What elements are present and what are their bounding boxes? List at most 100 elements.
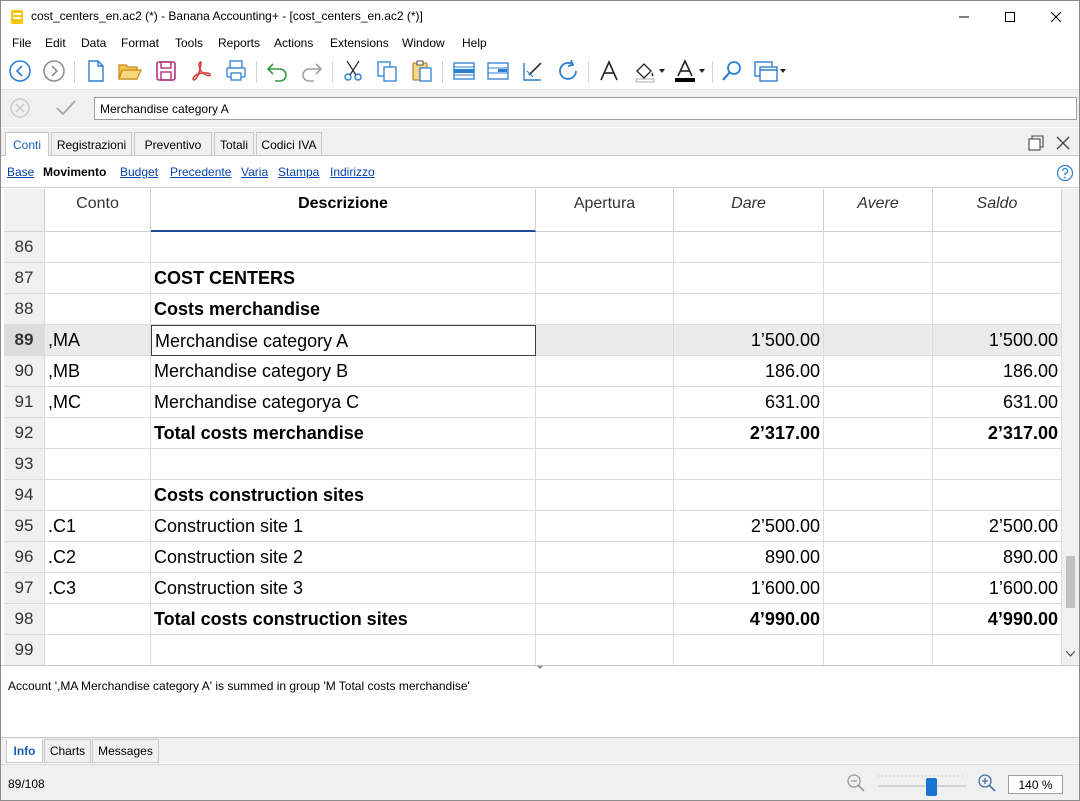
view-stampa[interactable]: Stampa [278,165,319,179]
cell-avere[interactable] [824,511,933,542]
undo-button[interactable] [263,57,291,85]
cell-conto[interactable] [45,232,151,263]
column-header-conto[interactable]: Conto [45,189,151,232]
cell-avere[interactable] [824,263,933,294]
cell-conto[interactable] [45,604,151,635]
cell-saldo[interactable] [933,635,1062,665]
pdf-button[interactable] [187,57,215,85]
cell-descrizione[interactable]: Construction site 1 [151,511,536,542]
zoom-out-button[interactable] [846,773,866,793]
view-precedente[interactable]: Precedente [170,165,231,179]
table-row[interactable]: 96 .C2 Construction site 2 890.00 890.00 [4,542,1062,573]
cell-avere[interactable] [824,604,933,635]
cell-apertura[interactable] [536,604,674,635]
cell-dare[interactable] [674,480,824,511]
column-header-apertura[interactable]: Apertura [536,189,674,232]
cell-avere[interactable] [824,542,933,573]
menu-window[interactable]: Window [402,36,445,50]
cell-saldo[interactable]: 2’500.00 [933,511,1062,542]
cell-avere[interactable] [824,573,933,604]
tab-conti[interactable]: Conti [5,132,49,157]
cell-avere[interactable] [824,232,933,263]
table-row[interactable]: 90 ,MB Merchandise category B 186.00 186.00 [4,356,1062,387]
cell-descrizione[interactable] [151,635,536,665]
cell-saldo[interactable]: 2’317.00 [933,418,1062,449]
zoom-in-button[interactable] [977,773,997,793]
column-header-saldo[interactable]: Saldo [933,189,1062,232]
table-row[interactable]: 93 [4,449,1062,480]
table-row[interactable]: 94 Costs construction sites [4,480,1062,511]
cell-apertura[interactable] [536,511,674,542]
cell-avere[interactable] [824,356,933,387]
cell-saldo[interactable]: 1’500.00 [933,325,1062,356]
cell-conto[interactable]: .C1 [45,511,151,542]
table-row[interactable]: 91 ,MC Merchandise categorya C 631.00 631.00 [4,387,1062,418]
menu-format[interactable]: Format [121,36,159,50]
cell-dare[interactable] [674,635,824,665]
cell-apertura[interactable] [536,325,674,356]
confirm-edit-button[interactable] [54,97,78,119]
focused-cell-descrizione[interactable]: Merchandise category A [151,325,536,356]
minimize-button[interactable] [941,1,987,33]
copy-button[interactable] [373,57,401,85]
cell-descrizione[interactable]: Costs merchandise [151,294,536,325]
column-header-dare[interactable]: Dare [674,189,824,232]
new-file-button[interactable] [82,57,110,85]
column-header-descrizione[interactable]: Descrizione [151,189,536,232]
cancel-edit-button[interactable] [9,97,31,119]
cell-conto[interactable]: ,MB [45,356,151,387]
cell-saldo[interactable]: 186.00 [933,356,1062,387]
scrollbar-thumb[interactable] [1066,556,1075,608]
vertical-scrollbar[interactable] [1062,189,1079,665]
cell-apertura[interactable] [536,232,674,263]
table-row[interactable]: 99 [4,635,1062,665]
fill-color-button[interactable] [631,57,669,85]
cell-conto[interactable] [45,480,151,511]
cell-saldo[interactable]: 890.00 [933,542,1062,573]
tab-totali[interactable]: Totali [214,132,254,156]
cell-avere[interactable] [824,387,933,418]
close-table-button[interactable] [1054,134,1072,152]
cell-conto[interactable] [45,449,151,480]
cell-avere[interactable] [824,294,933,325]
cell-conto[interactable]: .C2 [45,542,151,573]
cell-saldo[interactable] [933,480,1062,511]
cell-apertura[interactable] [536,573,674,604]
cell-descrizione[interactable]: Construction site 2 [151,542,536,573]
tab-preventivo[interactable]: Preventivo [134,132,212,156]
cell-conto[interactable] [45,263,151,294]
maximize-button[interactable] [987,1,1033,33]
cell-dare[interactable]: 1’500.00 [674,325,824,356]
cell-saldo[interactable]: 1’600.00 [933,573,1062,604]
cell-descrizione[interactable]: COST CENTERS [151,263,536,294]
cell-conto[interactable] [45,294,151,325]
cell-avere[interactable] [824,325,933,356]
cell-saldo[interactable] [933,232,1062,263]
cell-conto[interactable]: .C3 [45,573,151,604]
table-row[interactable]: 98 Total costs construction sites 4’990.00… [4,604,1062,635]
menu-edit[interactable]: Edit [45,36,66,50]
panel-splitter[interactable] [1,665,1079,673]
cell-apertura[interactable] [536,449,674,480]
cell-dare[interactable]: 631.00 [674,387,824,418]
menu-tools[interactable]: Tools [175,36,203,50]
table-row[interactable]: 95 .C1 Construction site 1 2’500.00 2’500.00 [4,511,1062,542]
recalculate-button[interactable] [554,57,582,85]
insert-rows-button[interactable] [450,57,478,85]
cell-dare[interactable]: 1’600.00 [674,573,824,604]
cell-content-field[interactable]: Merchandise category A [94,97,1077,120]
window-layout-button[interactable] [751,57,791,85]
column-header-avere[interactable]: Avere [824,189,933,232]
back-button[interactable] [6,57,34,85]
cell-dare[interactable] [674,232,824,263]
paste-button[interactable] [408,57,436,85]
tab-info[interactable]: Info [6,739,43,763]
scroll-down-icon[interactable] [1066,651,1075,657]
cell-saldo[interactable]: 4’990.00 [933,604,1062,635]
cell-dare[interactable] [674,263,824,294]
cell-conto[interactable]: ,MA [45,325,151,356]
save-button[interactable] [152,57,180,85]
text-color-button[interactable] [671,57,709,85]
forward-button[interactable] [40,57,68,85]
view-indirizzo[interactable]: Indirizzo [330,165,375,179]
